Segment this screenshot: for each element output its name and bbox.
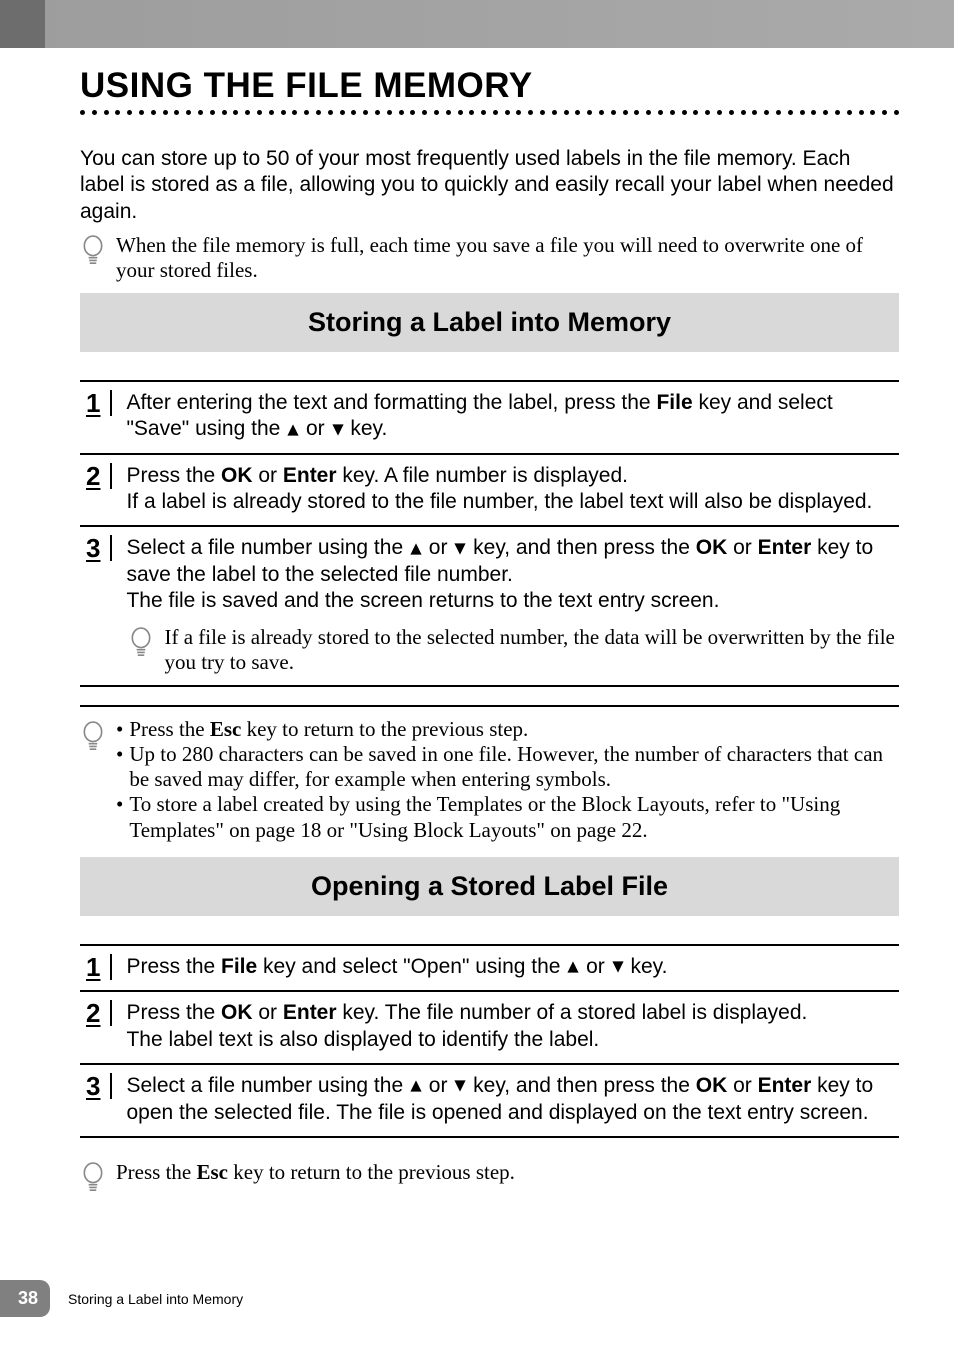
- section1-notes: •Press the Esc key to return to the prev…: [80, 717, 899, 843]
- step-3: 3 Select a file number using the or key,…: [80, 525, 899, 686]
- text: Press the: [126, 955, 221, 978]
- step-number: 2: [80, 463, 112, 489]
- intro-note: When the file memory is full, each time …: [80, 233, 899, 283]
- section2-footnote: Press the Esc key to return to the previ…: [80, 1160, 899, 1197]
- step-text: Press the File key and select "Open" usi…: [126, 954, 899, 981]
- bullet-item: •Press the Esc key to return to the prev…: [116, 717, 899, 742]
- step-1: 1 Press the File key and select "Open" u…: [80, 944, 899, 991]
- step-number: 3: [80, 535, 112, 561]
- text: The label text is also displayed to iden…: [126, 1028, 599, 1051]
- key-esc: Esc: [210, 717, 242, 741]
- step-number: 1: [80, 390, 112, 416]
- up-arrow-icon: [286, 417, 300, 443]
- lightbulb-icon: [80, 1162, 106, 1197]
- page-title: USING THE FILE MEMORY: [80, 66, 899, 106]
- section1-steps: 1 After entering the text and formatting…: [80, 380, 899, 687]
- key-enter: Enter: [283, 1001, 337, 1024]
- key-enter: Enter: [283, 464, 337, 487]
- section-heading-storing: Storing a Label into Memory: [80, 293, 899, 352]
- up-arrow-icon: [409, 536, 423, 562]
- text: key and select "Open" using the: [257, 955, 566, 978]
- step-text: After entering the text and formatting t…: [126, 390, 899, 443]
- text: Press the: [116, 1160, 197, 1184]
- key-esc: Esc: [197, 1160, 229, 1184]
- key-file: File: [656, 391, 692, 414]
- text: Press the: [126, 1001, 221, 1024]
- text: key to return to the previous step.: [241, 717, 528, 741]
- text: key. The file number of a stored label i…: [337, 1001, 808, 1024]
- text: The file is saved and the screen returns…: [126, 589, 719, 612]
- intro-paragraph: You can store up to 50 of your most freq…: [80, 146, 899, 225]
- section2-steps: 1 Press the File key and select "Open" u…: [80, 944, 899, 1138]
- divider: [80, 705, 899, 707]
- title-block: USING THE FILE MEMORY: [80, 66, 899, 118]
- down-arrow-icon: [611, 954, 625, 980]
- bullet-item: •To store a label created by using the T…: [116, 792, 899, 842]
- text: key. A file number is displayed.: [337, 464, 628, 487]
- key-ok: OK: [696, 1074, 728, 1097]
- lightbulb-icon: [80, 235, 106, 270]
- step-3-note: If a file is already stored to the selec…: [128, 625, 899, 675]
- step-text: Press the OK or Enter key. The file numb…: [126, 1000, 899, 1053]
- lightbulb-icon: [128, 627, 154, 665]
- page: USING THE FILE MEMORY You can store up t…: [0, 0, 954, 1357]
- bullet-item: •Up to 280 characters can be saved in on…: [116, 742, 899, 792]
- text: key, and then press the: [467, 536, 695, 559]
- section2-footnote-text: Press the Esc key to return to the previ…: [116, 1160, 515, 1185]
- text: or: [727, 1074, 757, 1097]
- text: Select a file number using the: [126, 536, 409, 559]
- key-ok: OK: [221, 464, 253, 487]
- text: Up to 280 characters can be saved in one…: [129, 742, 899, 792]
- text: key, and then press the: [467, 1074, 695, 1097]
- step-2: 2 Press the OK or Enter key. A file numb…: [80, 453, 899, 526]
- step-text: Select a file number using the or key, a…: [126, 535, 899, 674]
- up-arrow-icon: [409, 1073, 423, 1099]
- text: or: [727, 536, 757, 559]
- step-number: 2: [80, 1000, 112, 1026]
- step-number: 3: [80, 1073, 112, 1099]
- step-1: 1 After entering the text and formatting…: [80, 380, 899, 453]
- up-arrow-icon: [566, 954, 580, 980]
- content-area: USING THE FILE MEMORY You can store up t…: [80, 48, 899, 1197]
- text: or: [253, 464, 283, 487]
- intro-note-text: When the file memory is full, each time …: [116, 233, 899, 283]
- down-arrow-icon: [453, 1073, 467, 1099]
- dotted-rule: [80, 108, 899, 118]
- text: Select a file number using the: [126, 1074, 409, 1097]
- text: or: [253, 1001, 283, 1024]
- down-arrow-icon: [453, 536, 467, 562]
- bullet-list: •Press the Esc key to return to the prev…: [116, 717, 899, 843]
- down-arrow-icon: [331, 417, 345, 443]
- text: Press the: [129, 717, 210, 741]
- step-text: Press the OK or Enter key. A file number…: [126, 463, 899, 516]
- text: To store a label created by using the Te…: [129, 792, 899, 842]
- text: Press the: [126, 464, 221, 487]
- step-3: 3 Select a file number using the or key,…: [80, 1063, 899, 1138]
- text: key.: [345, 417, 388, 440]
- key-enter: Enter: [758, 536, 812, 559]
- key-ok: OK: [221, 1001, 253, 1024]
- text: If a label is already stored to the file…: [126, 490, 872, 513]
- footer-caption: Storing a Label into Memory: [68, 1291, 243, 1307]
- key-ok: OK: [696, 536, 728, 559]
- header-corner: [0, 0, 45, 48]
- text: key to return to the previous step.: [228, 1160, 515, 1184]
- text: key.: [625, 955, 668, 978]
- lightbulb-icon: [80, 721, 106, 843]
- step-number: 1: [80, 954, 112, 980]
- key-enter: Enter: [758, 1074, 812, 1097]
- step-3-note-text: If a file is already stored to the selec…: [164, 625, 899, 675]
- key-file: File: [221, 955, 257, 978]
- section-heading-opening: Opening a Stored Label File: [80, 857, 899, 916]
- step-2: 2 Press the OK or Enter key. The file nu…: [80, 990, 899, 1063]
- footer: 38 Storing a Label into Memory: [0, 1280, 243, 1317]
- step-text: Select a file number using the or key, a…: [126, 1073, 899, 1126]
- text: After entering the text and formatting t…: [126, 391, 656, 414]
- header-band: [0, 0, 954, 48]
- page-number: 38: [0, 1280, 50, 1317]
